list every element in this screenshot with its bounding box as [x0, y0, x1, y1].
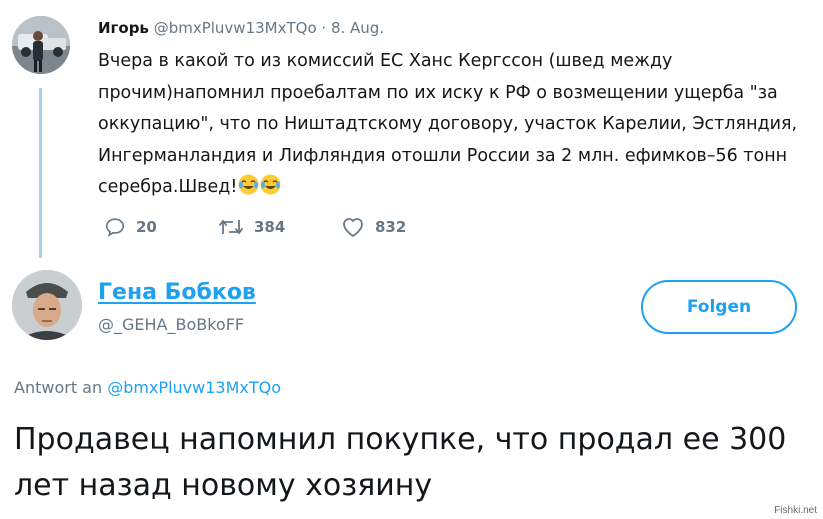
like-action[interactable]: 832 [341, 216, 406, 238]
retweet-icon [218, 219, 244, 235]
tweet-text-content: Вчера в какой то из комиссий ЕС Ханс Кер… [98, 51, 798, 197]
retweet-action[interactable]: 384 [218, 216, 285, 238]
follow-button[interactable]: Folgen [641, 280, 797, 334]
tweet-date[interactable]: · 8. Aug. [321, 19, 384, 37]
heart-icon [343, 218, 363, 238]
reply-author-avatar[interactable] [12, 270, 82, 340]
like-count: 832 [375, 218, 407, 236]
tweet-header: Игорь @bmxPluvw13MxTQo · 8. Aug. [98, 19, 384, 37]
reply-author-handle[interactable]: @_GEHA_BoBkoFF [98, 315, 244, 334]
author-avatar[interactable] [12, 16, 70, 74]
reply-action[interactable]: 20 [104, 216, 157, 238]
tweet-text: Вчера в какой то из комиссий ЕС Ханс Кер… [98, 46, 798, 204]
reply-context: Antwort an @bmxPluvw13MxTQo [14, 378, 281, 397]
reply-icon [105, 218, 125, 237]
reply-count: 20 [136, 218, 157, 236]
reply-text: Продавец напомнил покупке, что продал ее… [14, 422, 787, 503]
joy-emoji [260, 174, 281, 195]
author-name[interactable]: Игорь [98, 19, 149, 37]
reply-to-handle[interactable]: @bmxPluvw13MxTQo [107, 378, 281, 397]
joy-emoji [238, 174, 259, 195]
watermark: Fishki.net [774, 505, 817, 516]
avatar-photo [12, 16, 70, 74]
author-handle[interactable]: @bmxPluvw13MxTQo [154, 19, 317, 37]
reply-to-prefix: Antwort an [14, 378, 103, 397]
reply-author-name[interactable]: Гена Бобков [98, 280, 256, 305]
thread-connector-line [39, 88, 42, 258]
avatar-photo [12, 270, 82, 340]
retweet-count: 384 [254, 218, 286, 236]
